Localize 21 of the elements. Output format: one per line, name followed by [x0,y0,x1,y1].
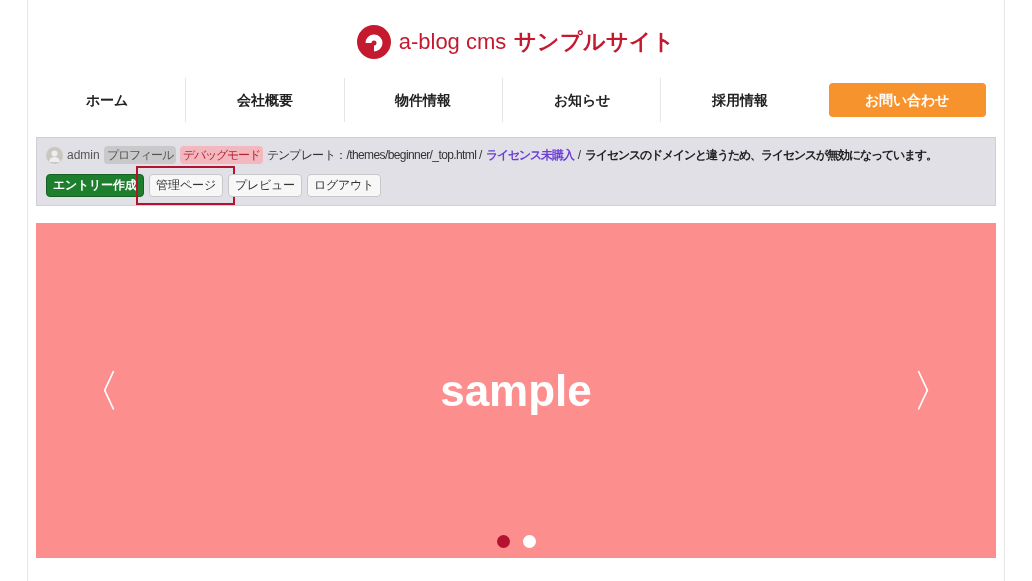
badge: プロフィール [103,146,176,164]
nav-link[interactable]: お知らせ [502,78,661,122]
site-name: サンプルサイト [514,28,676,56]
avatar-icon [46,146,63,164]
license-link[interactable]: ライセンス未購入 [485,146,574,164]
nav-link[interactable]: ホーム [28,78,186,122]
logo-text: a-blog cms [398,28,507,56]
toolbar-button[interactable]: ログアウト [307,173,381,197]
license-message: ライセンスのドメインと違うため、ライセンスが無効になっています。 [585,147,938,164]
slide-caption: sample [440,364,592,417]
separator: / [577,147,582,164]
username: admin [67,147,100,164]
nav-link[interactable]: 採用情報 [660,78,819,122]
toolbar-button[interactable]: エントリー作成 [46,173,144,197]
nav-link[interactable]: 会社概要 [185,78,344,122]
template-path: テンプレート：/themes/beginner/_top.html / [266,147,482,164]
toolbar-button[interactable]: プレビュー [228,173,302,197]
toolbar-button[interactable]: 管理ページ [149,173,223,197]
nav-link[interactable]: 物件情報 [343,78,502,122]
logo-icon [356,24,391,59]
badge: デバッグモード [179,146,263,164]
